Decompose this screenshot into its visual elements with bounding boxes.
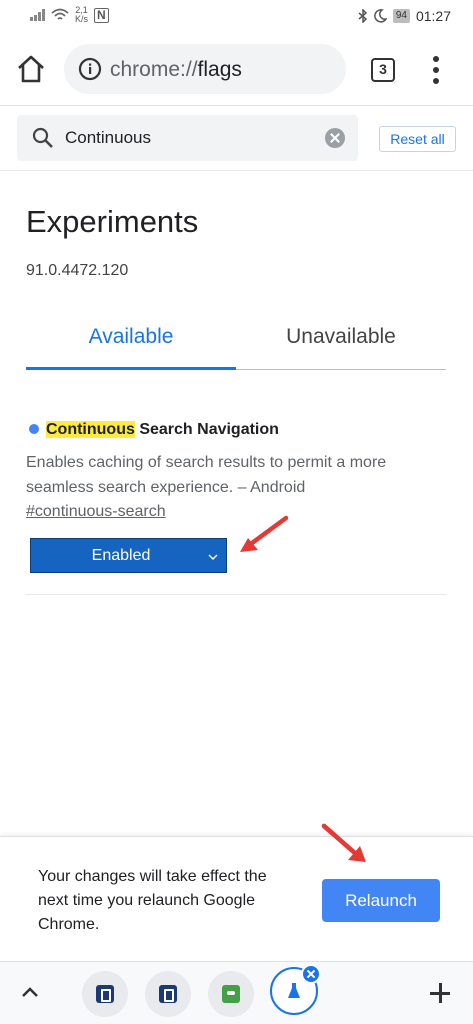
flag-state-value: Enabled xyxy=(91,547,151,564)
plus-icon[interactable] xyxy=(430,983,450,1003)
favicon-icon xyxy=(159,985,177,1003)
tab-switcher-icon[interactable]: 3 xyxy=(371,58,395,82)
chevron-up-icon[interactable] xyxy=(20,984,40,1000)
flags-search-header: Reset all xyxy=(0,107,473,171)
relaunch-message: Your changes will take effect the next t… xyxy=(38,868,267,933)
close-icon[interactable] xyxy=(301,964,321,984)
browser-toolbar: chrome://flags 3 xyxy=(0,32,473,106)
more-vert-icon[interactable] xyxy=(428,56,444,84)
wifi-icon xyxy=(51,8,69,20)
chevron-down-icon xyxy=(208,554,218,560)
search-icon xyxy=(32,127,53,148)
tab-strip xyxy=(0,961,473,1024)
status-right: 94 01:27 xyxy=(358,8,451,24)
url-text[interactable]: chrome://flags xyxy=(110,58,242,82)
flag-state-select[interactable]: Enabled xyxy=(30,538,227,573)
moon-icon xyxy=(373,9,387,23)
reset-all-button[interactable]: Reset all xyxy=(379,126,456,152)
tab-thumbnail[interactable] xyxy=(208,971,254,1017)
tab-unavailable[interactable]: Unavailable xyxy=(236,325,446,370)
bluetooth-icon xyxy=(358,9,367,23)
annotation-arrow-icon xyxy=(240,515,289,552)
search-input[interactable] xyxy=(65,128,315,148)
flag-status-dot xyxy=(29,424,39,434)
url-host: flags xyxy=(197,58,242,81)
relaunch-button[interactable]: Relaunch xyxy=(322,879,440,922)
favicon-icon xyxy=(96,985,114,1003)
page-title: Experiments xyxy=(26,204,199,239)
url-scheme: chrome:// xyxy=(110,58,198,81)
network-speed: 2,1 K/s xyxy=(75,6,88,24)
tab-thumbnail[interactable] xyxy=(82,971,128,1017)
clear-icon[interactable] xyxy=(325,128,345,148)
flag-name-rest: Search Navigation xyxy=(134,421,279,438)
relaunch-bar: Your changes will take effect the next t… xyxy=(0,836,473,960)
status-left: 2,1 K/s N xyxy=(30,6,109,24)
flag-name: Continuous Search Navigation xyxy=(26,418,446,442)
flag-permalink[interactable]: #continuous-search xyxy=(26,503,166,521)
info-icon[interactable] xyxy=(78,57,102,81)
flag-name-match: Continuous xyxy=(46,421,135,438)
home-icon[interactable] xyxy=(14,52,48,86)
active-tab-indicator xyxy=(26,367,236,370)
annotation-arrow-icon xyxy=(321,823,366,862)
network-speed-unit: K/s xyxy=(75,14,89,24)
tab-available[interactable]: Available xyxy=(26,325,236,370)
search-box[interactable] xyxy=(17,115,358,161)
flag-entry: Continuous Search Navigation Enables cac… xyxy=(26,418,446,573)
status-bar: 2,1 K/s N 94 01:27 xyxy=(0,0,473,32)
favicon-icon xyxy=(222,985,240,1003)
signal-icon xyxy=(30,9,45,21)
flag-description: Enables caching of search results to per… xyxy=(26,454,387,496)
tab-thumbnail[interactable] xyxy=(145,971,191,1017)
battery-icon: 94 xyxy=(392,9,410,23)
flag-divider xyxy=(26,594,446,595)
clock: 01:27 xyxy=(415,8,451,24)
omnibox[interactable]: chrome://flags xyxy=(64,44,346,94)
flask-icon xyxy=(288,983,300,998)
nfc-icon: N xyxy=(94,7,109,23)
version-label: 91.0.4472.120 xyxy=(26,262,129,279)
